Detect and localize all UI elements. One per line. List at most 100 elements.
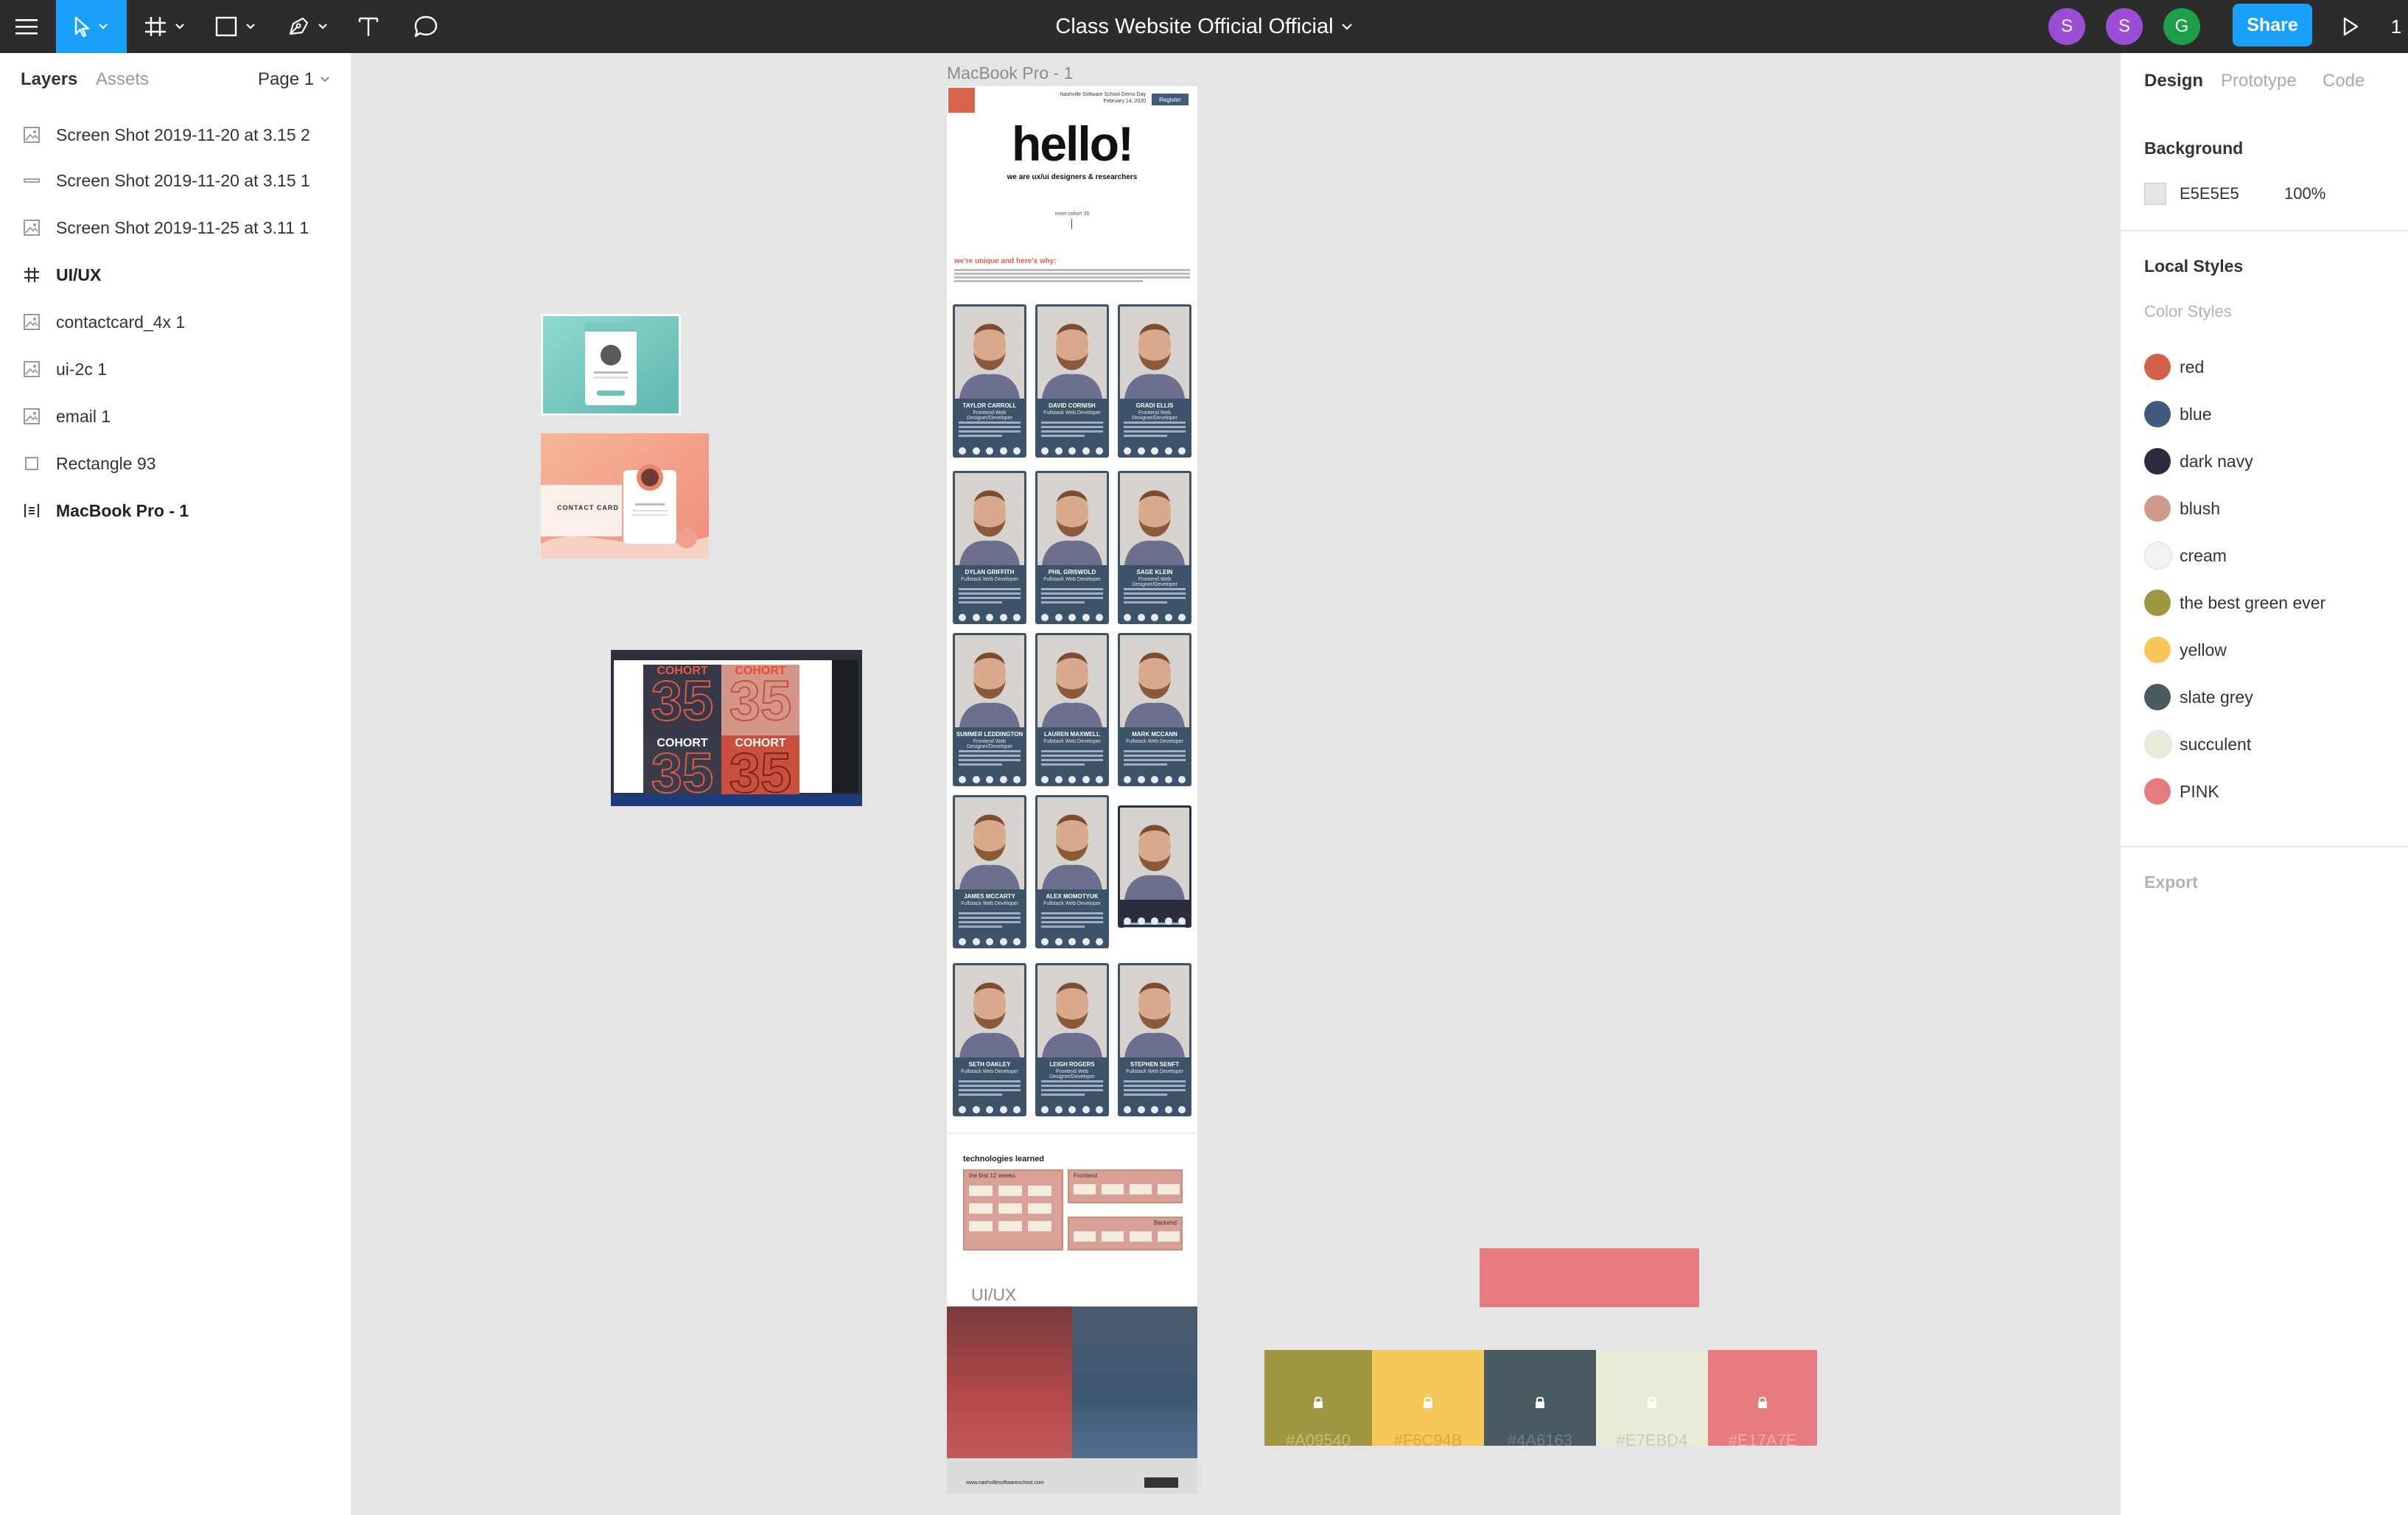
email-icon[interactable]: [1124, 1106, 1131, 1113]
linkedin-icon[interactable]: [972, 447, 980, 455]
github-icon[interactable]: [1068, 447, 1076, 455]
collaborator-avatar[interactable]: G: [2163, 8, 2200, 45]
palette-swatch[interactable]: #E17A7E: [1708, 1350, 1817, 1446]
palette-swatch[interactable]: #4A6163: [1484, 1350, 1596, 1446]
share-button[interactable]: Share: [2233, 4, 2312, 46]
website-icon[interactable]: [999, 447, 1007, 455]
file-title-dropdown[interactable]: Class Website Official Official: [1055, 15, 1352, 39]
team-card[interactable]: DYLAN GRIFFITH Fullstack Web Developer: [953, 471, 1026, 624]
color-style-row[interactable]: yellow: [2121, 628, 2408, 672]
linkedin-icon[interactable]: [1137, 1106, 1145, 1113]
tab-assets[interactable]: Assets: [96, 69, 149, 90]
github-icon[interactable]: [1151, 614, 1158, 621]
website-icon[interactable]: [1164, 614, 1172, 621]
linkedin-icon[interactable]: [1137, 917, 1145, 925]
portfolio-icon[interactable]: [1178, 1106, 1186, 1113]
linkedin-icon[interactable]: [972, 614, 980, 621]
github-icon[interactable]: [986, 776, 993, 783]
zoom-readout[interactable]: 1: [2387, 0, 2405, 53]
github-icon[interactable]: [1068, 1106, 1076, 1113]
github-icon[interactable]: [1151, 776, 1158, 783]
website-icon[interactable]: [1082, 938, 1090, 945]
present-play-icon[interactable]: [2334, 0, 2367, 53]
color-style-row[interactable]: cream: [2121, 533, 2408, 578]
color-style-row[interactable]: dark navy: [2121, 439, 2408, 483]
pen-tool-icon[interactable]: [283, 0, 339, 53]
email-icon[interactable]: [1041, 447, 1049, 455]
team-card[interactable]: STEPHEN SENFT Fullstack Web Developer: [1118, 963, 1191, 1116]
team-card[interactable]: LAUREN MAXWELL Fullstack Web Developer: [1035, 633, 1109, 786]
tab-prototype[interactable]: Prototype: [2221, 71, 2297, 91]
website-icon[interactable]: [1082, 776, 1090, 783]
email-thumbnail[interactable]: [541, 314, 681, 416]
layer-row[interactable]: ui-2c 1: [0, 346, 351, 392]
team-card[interactable]: TAYLOR CARROLL Frontend Web Designer/Deve…: [953, 304, 1026, 458]
portfolio-icon[interactable]: [1096, 614, 1103, 621]
linkedin-icon[interactable]: [1137, 776, 1145, 783]
github-icon[interactable]: [1068, 776, 1076, 783]
portfolio-icon[interactable]: [1096, 447, 1103, 455]
uiux-frame-label[interactable]: UI/UX: [971, 1285, 1016, 1305]
color-style-row[interactable]: the best green ever: [2121, 581, 2408, 625]
email-icon[interactable]: [1124, 447, 1131, 455]
background-hex-input[interactable]: E5E5E5: [2180, 184, 2239, 203]
portfolio-icon[interactable]: [1178, 447, 1186, 455]
color-style-row[interactable]: red: [2121, 345, 2408, 389]
website-icon[interactable]: [1164, 447, 1172, 455]
color-style-row[interactable]: PINK: [2121, 769, 2408, 814]
github-icon[interactable]: [1151, 1106, 1158, 1113]
website-icon[interactable]: [999, 938, 1007, 945]
layer-row[interactable]: Screen Shot 2019-11-20 at 3.15 1: [0, 158, 351, 203]
github-icon[interactable]: [986, 1106, 993, 1113]
layer-row[interactable]: Screen Shot 2019-11-25 at 3.11 1: [0, 205, 351, 251]
website-icon[interactable]: [1082, 447, 1090, 455]
linkedin-icon[interactable]: [972, 1106, 980, 1113]
team-card[interactable]: MARK MCCANN Fullstack Web Developer: [1118, 633, 1191, 786]
website-icon[interactable]: [1082, 1106, 1090, 1113]
github-icon[interactable]: [986, 938, 993, 945]
color-style-row[interactable]: blush: [2121, 486, 2408, 531]
email-icon[interactable]: [1124, 917, 1131, 925]
github-icon[interactable]: [1151, 447, 1158, 455]
team-card[interactable]: SETH OAKLEY Fullstack Web Developer: [953, 963, 1026, 1116]
linkedin-icon[interactable]: [1054, 447, 1063, 455]
github-icon[interactable]: [986, 614, 993, 621]
tab-layers[interactable]: Layers: [21, 69, 77, 90]
team-card[interactable]: JAMES MCCARTY Fullstack Web Developer: [953, 795, 1026, 948]
email-icon[interactable]: [1041, 938, 1049, 945]
linkedin-icon[interactable]: [1054, 614, 1063, 621]
cohort-screenshot-thumbnail[interactable]: COHORT 35 COHORT 35 COHORT 35 COHORT 35: [611, 650, 862, 806]
portfolio-icon[interactable]: [1013, 614, 1021, 621]
layer-row[interactable]: contactcard_4x 1: [0, 299, 351, 345]
export-section[interactable]: Export: [2144, 872, 2198, 892]
github-icon[interactable]: [1151, 917, 1158, 925]
email-icon[interactable]: [959, 614, 966, 621]
github-icon[interactable]: [1068, 614, 1076, 621]
frame-tool-icon[interactable]: [140, 0, 196, 53]
linkedin-icon[interactable]: [972, 938, 980, 945]
layer-row[interactable]: MacBook Pro - 1: [0, 488, 351, 533]
layer-row[interactable]: email 1: [0, 393, 351, 439]
website-icon[interactable]: [1164, 917, 1172, 925]
linkedin-icon[interactable]: [1054, 938, 1063, 945]
email-icon[interactable]: [1124, 776, 1131, 783]
website-icon[interactable]: [999, 1106, 1007, 1113]
background-opacity-input[interactable]: 100%: [2284, 184, 2325, 203]
email-icon[interactable]: [959, 447, 966, 455]
shape-tool-icon[interactable]: [211, 0, 267, 53]
website-icon[interactable]: [999, 776, 1007, 783]
color-style-row[interactable]: blue: [2121, 392, 2408, 436]
portfolio-icon[interactable]: [1096, 938, 1103, 945]
frame-label[interactable]: MacBook Pro - 1: [947, 63, 1073, 83]
portfolio-icon[interactable]: [1096, 1106, 1103, 1113]
comment-tool-icon[interactable]: [410, 0, 442, 53]
portfolio-icon[interactable]: [1013, 1106, 1021, 1113]
move-tool-icon[interactable]: [56, 0, 127, 53]
email-icon[interactable]: [1041, 1106, 1049, 1113]
color-style-row[interactable]: slate grey: [2121, 675, 2408, 719]
tab-code[interactable]: Code: [2323, 71, 2365, 91]
website-icon[interactable]: [1164, 1106, 1172, 1113]
github-icon[interactable]: [986, 447, 993, 455]
macbook-frame[interactable]: Nashville Software School Demo Day Febru…: [947, 86, 1197, 1494]
hamburger-icon[interactable]: [0, 0, 53, 53]
